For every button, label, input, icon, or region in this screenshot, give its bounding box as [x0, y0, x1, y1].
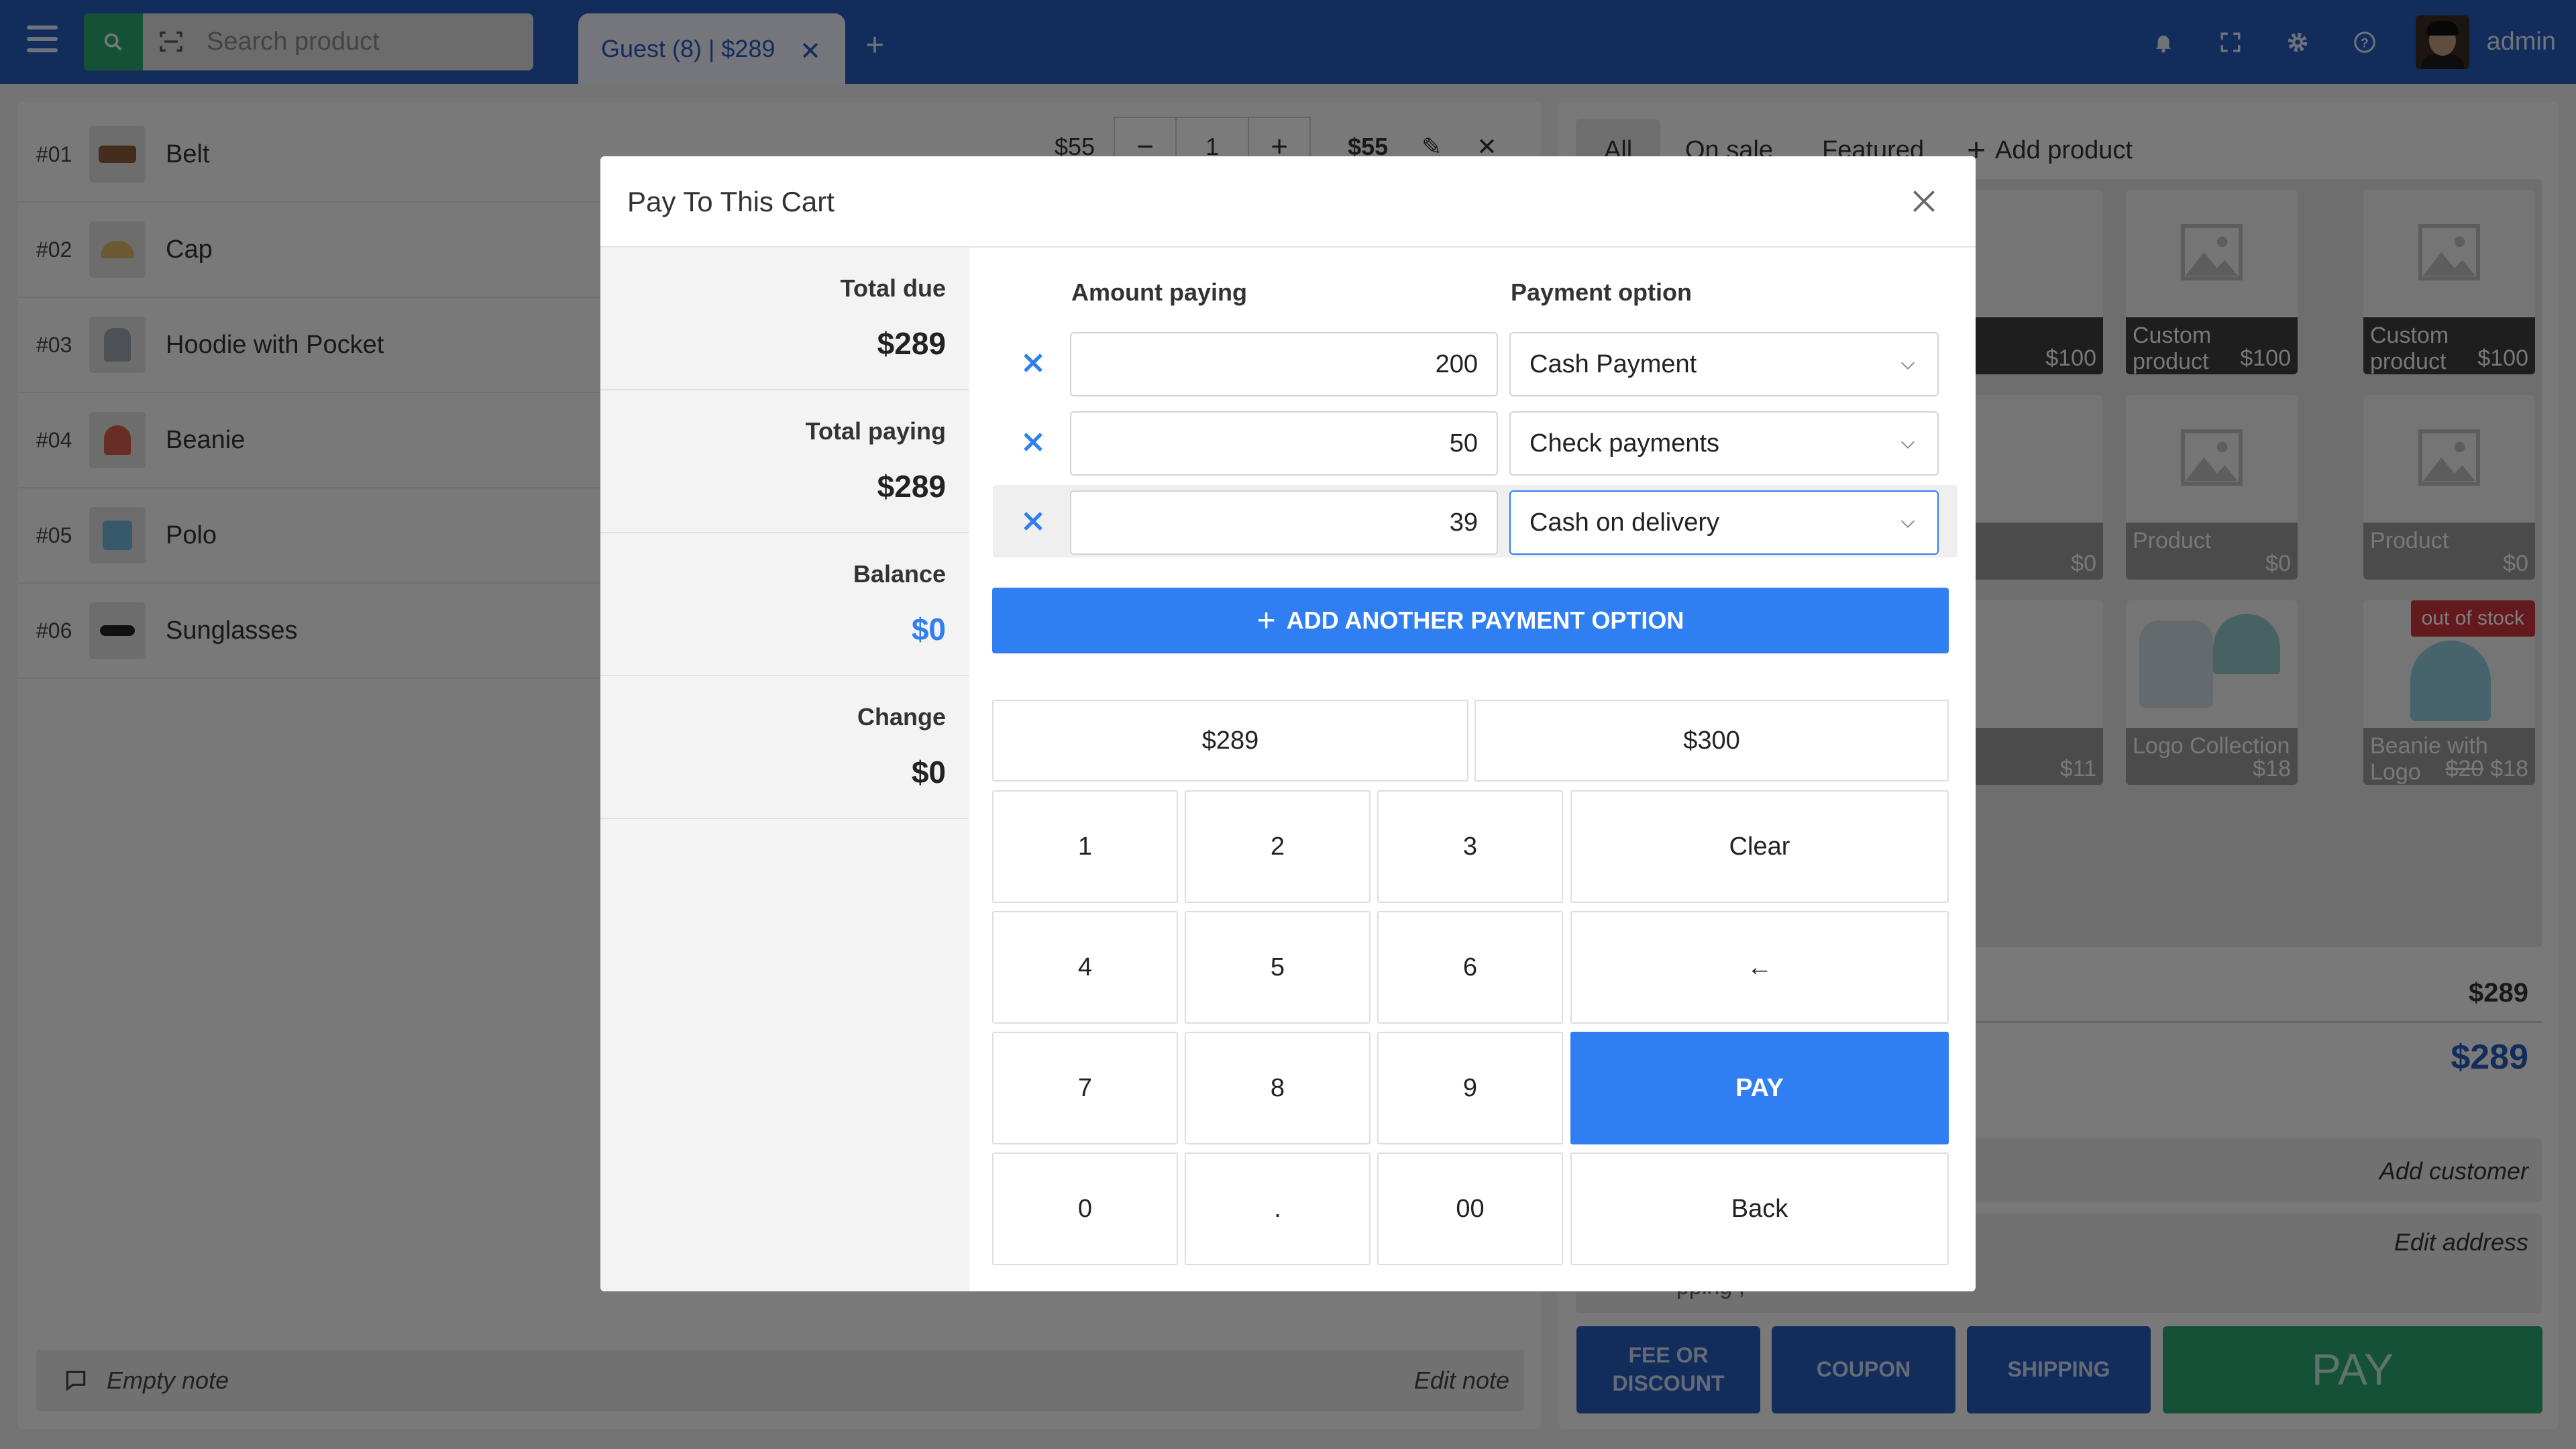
change-value: $0: [911, 755, 946, 790]
quick-amount-button[interactable]: $289: [992, 700, 1468, 782]
payment-summary: Total due $289 Total paying $289 Balance…: [600, 248, 969, 1291]
total-due-block: Total due $289: [600, 248, 969, 390]
modal-title: Pay To This Cart: [627, 186, 835, 217]
amount-input[interactable]: [1070, 411, 1498, 476]
remove-payment-icon[interactable]: [1017, 426, 1049, 458]
payment-option-select[interactable]: Cash Payment: [1509, 332, 1939, 396]
chevron-down-icon: [1901, 441, 1915, 449]
clear-button[interactable]: Clear: [1570, 790, 1949, 903]
key-4[interactable]: 4: [992, 911, 1178, 1024]
add-payment-option-label: ADD ANOTHER PAYMENT OPTION: [1286, 606, 1684, 634]
key-3[interactable]: 3: [1377, 790, 1563, 903]
payment-option-value: Check payments: [1529, 429, 1720, 458]
total-paying-block: Total paying $289: [600, 390, 969, 533]
total-paying-label: Total paying: [805, 417, 946, 445]
amount-header: Amount paying: [1071, 278, 1247, 306]
add-payment-option-button[interactable]: + ADD ANOTHER PAYMENT OPTION: [992, 588, 1949, 653]
key-1[interactable]: 1: [992, 790, 1178, 903]
total-paying-value: $289: [877, 469, 946, 504]
total-due-value: $289: [877, 326, 946, 361]
key-decimal[interactable]: .: [1185, 1152, 1371, 1265]
quick-amount-button[interactable]: $300: [1474, 700, 1949, 782]
pay-modal: Pay To This Cart Total due $289 Total pa…: [600, 156, 1976, 1291]
payment-option-value: Cash on delivery: [1529, 508, 1720, 537]
change-label: Change: [857, 703, 946, 731]
remove-payment-icon[interactable]: [1017, 347, 1049, 379]
key-2[interactable]: 2: [1185, 790, 1371, 903]
modal-pay-button[interactable]: PAY: [1570, 1032, 1949, 1144]
balance-label: Balance: [853, 560, 946, 588]
payment-row: Check payments: [993, 406, 1957, 478]
balance-value: $0: [911, 612, 946, 647]
modal-header: Pay To This Cart: [600, 156, 1976, 248]
key-0[interactable]: 0: [992, 1152, 1178, 1265]
payment-row: Cash Payment: [993, 327, 1957, 399]
option-header: Payment option: [1511, 278, 1693, 306]
chevron-down-icon: [1901, 362, 1915, 370]
chevron-down-icon: [1901, 520, 1915, 528]
plus-icon: +: [1256, 602, 1276, 639]
key-6[interactable]: 6: [1377, 911, 1563, 1024]
key-5[interactable]: 5: [1185, 911, 1371, 1024]
key-7[interactable]: 7: [992, 1032, 1178, 1144]
amount-input[interactable]: [1070, 332, 1498, 396]
payment-option-select[interactable]: Check payments: [1509, 411, 1939, 476]
total-due-label: Total due: [840, 274, 946, 302]
amount-input[interactable]: [1070, 490, 1498, 555]
payment-option-select[interactable]: Cash on delivery: [1509, 490, 1939, 555]
backspace-button[interactable]: ←: [1570, 911, 1949, 1024]
key-9[interactable]: 9: [1377, 1032, 1563, 1144]
key-00[interactable]: 00: [1377, 1152, 1563, 1265]
key-8[interactable]: 8: [1185, 1032, 1371, 1144]
payment-option-value: Cash Payment: [1529, 350, 1697, 378]
back-button[interactable]: Back: [1570, 1152, 1949, 1265]
remove-payment-icon[interactable]: [1017, 505, 1049, 537]
payment-row: Cash on delivery: [993, 485, 1957, 557]
change-block: Change $0: [600, 676, 969, 819]
balance-block: Balance $0: [600, 533, 969, 676]
close-icon[interactable]: [1907, 184, 1941, 218]
